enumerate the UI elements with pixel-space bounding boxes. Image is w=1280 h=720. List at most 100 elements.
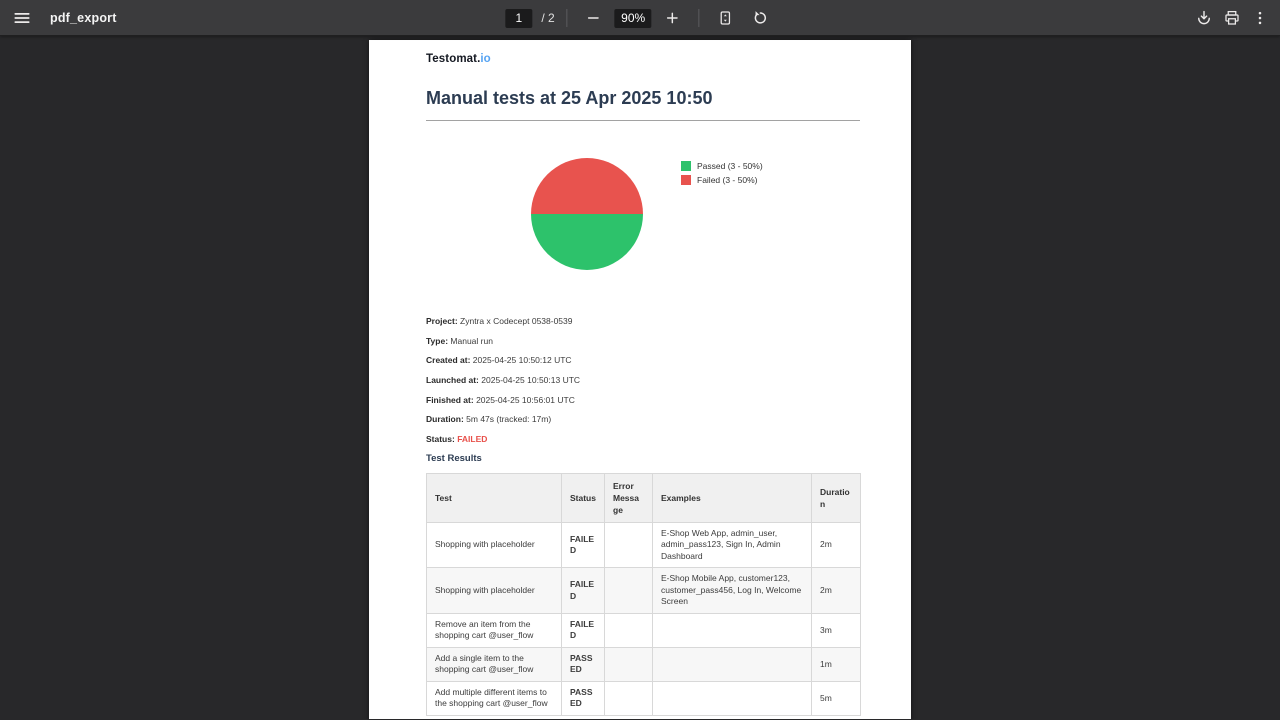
status-badge: FAILED	[457, 434, 487, 444]
hamburger-icon	[13, 9, 31, 27]
detail-value: 5m 47s (tracked: 17m)	[466, 414, 551, 424]
results-chart: Passed (3 - 50%) Failed (3 - 50%)	[426, 158, 860, 270]
pie-chart	[531, 158, 643, 270]
table-row: Add a single item to the shopping cart @…	[427, 647, 861, 681]
test-results-table: Test Status Error Message Examples Durat…	[426, 473, 861, 716]
cell-duration: 1m	[812, 647, 861, 681]
cell-examples	[653, 613, 812, 647]
more-options-button[interactable]	[1246, 4, 1274, 32]
legend-item-passed: Passed (3 - 50%)	[681, 161, 763, 171]
chart-legend: Passed (3 - 50%) Failed (3 - 50%)	[681, 161, 763, 189]
pdf-page-1: Testomat.io Manual tests at 25 Apr 2025 …	[369, 40, 911, 719]
cell-error	[605, 522, 653, 568]
col-header-error-message: Error Message	[605, 473, 653, 522]
cell-error	[605, 681, 653, 715]
report-title: Manual tests at 25 Apr 2025 10:50	[426, 88, 860, 108]
table-row: Add multiple different items to the shop…	[427, 681, 861, 715]
menu-button[interactable]	[8, 4, 36, 32]
cell-duration: 3m	[812, 613, 861, 647]
cell-status: FAILED	[562, 613, 605, 647]
logo-primary-text: Testomat.	[426, 53, 480, 65]
toolbar-right	[1190, 4, 1280, 32]
col-header-status: Status	[562, 473, 605, 522]
toolbar-page-controls: / 2	[505, 0, 774, 36]
cell-status: FAILED	[562, 522, 605, 568]
legend-item-failed: Failed (3 - 50%)	[681, 175, 763, 185]
cell-status: PASSED	[562, 647, 605, 681]
cell-test: Shopping with placeholder	[427, 522, 562, 568]
detail-label: Finished at:	[426, 395, 474, 405]
detail-label: Launched at:	[426, 375, 479, 385]
detail-status: Status: FAILED	[426, 433, 860, 445]
legend-label: Passed (3 - 50%)	[697, 161, 763, 171]
detail-type: Type: Manual run	[426, 335, 860, 347]
pdf-viewer-toolbar: pdf_export / 2	[0, 0, 1280, 36]
detail-value: Zyntra x Codecept 0538-0539	[460, 316, 572, 326]
failed-swatch	[681, 175, 691, 185]
col-header-test: Test	[427, 473, 562, 522]
document-title: pdf_export	[50, 11, 117, 25]
testomat-logo: Testomat.io	[426, 53, 860, 66]
cell-examples: E-Shop Web App, admin_user, admin_pass12…	[653, 522, 812, 568]
cell-error	[605, 647, 653, 681]
col-header-duration: Duration	[812, 473, 861, 522]
cell-duration: 2m	[812, 522, 861, 568]
table-row: Shopping with placeholder FAILED E-Shop …	[427, 568, 861, 614]
cell-error	[605, 568, 653, 614]
kebab-menu-icon	[1251, 9, 1269, 27]
detail-project: Project: Zyntra x Codecept 0538-0539	[426, 315, 860, 327]
test-results-heading: Test Results	[426, 453, 860, 465]
detail-value: 2025-04-25 10:56:01 UTC	[476, 395, 575, 405]
rotate-button[interactable]	[747, 4, 775, 32]
cell-duration: 2m	[812, 568, 861, 614]
legend-label: Failed (3 - 50%)	[697, 175, 757, 185]
cell-test: Shopping with placeholder	[427, 568, 562, 614]
rotate-ccw-icon	[752, 9, 770, 27]
print-icon	[1223, 9, 1241, 27]
table-row: Remove an item from the shopping cart @u…	[427, 613, 861, 647]
table-header-row: Test Status Error Message Examples Durat…	[427, 473, 861, 522]
cell-test: Add a single item to the shopping cart @…	[427, 647, 562, 681]
detail-value: 2025-04-25 10:50:12 UTC	[473, 355, 572, 365]
run-details: Project: Zyntra x Codecept 0538-0539 Typ…	[426, 315, 860, 445]
download-button[interactable]	[1190, 4, 1218, 32]
logo-accent-text: io	[480, 53, 490, 65]
table-row: Shopping with placeholder FAILED E-Shop …	[427, 522, 861, 568]
cell-test: Add multiple different items to the shop…	[427, 681, 562, 715]
zoom-out-button[interactable]	[580, 4, 608, 32]
detail-label: Created at:	[426, 355, 470, 365]
download-icon	[1195, 9, 1213, 27]
plus-icon	[665, 10, 681, 26]
print-button[interactable]	[1218, 4, 1246, 32]
pdf-viewer-canvas[interactable]: Testomat.io Manual tests at 25 Apr 2025 …	[0, 36, 1280, 719]
toolbar-left: pdf_export	[0, 4, 117, 32]
minus-icon	[586, 10, 602, 26]
detail-launched-at: Launched at: 2025-04-25 10:50:13 UTC	[426, 374, 860, 386]
cell-examples	[653, 647, 812, 681]
cell-examples: E-Shop Mobile App, customer123, customer…	[653, 568, 812, 614]
detail-value: Manual run	[450, 336, 493, 346]
zoom-in-button[interactable]	[659, 4, 687, 32]
fit-page-icon	[717, 9, 735, 27]
cell-test: Remove an item from the shopping cart @u…	[427, 613, 562, 647]
detail-label: Project:	[426, 316, 458, 326]
cell-status: PASSED	[562, 681, 605, 715]
detail-finished-at: Finished at: 2025-04-25 10:56:01 UTC	[426, 394, 860, 406]
cell-error	[605, 613, 653, 647]
cell-duration: 5m	[812, 681, 861, 715]
detail-duration: Duration: 5m 47s (tracked: 17m)	[426, 413, 860, 425]
detail-label: Type:	[426, 336, 448, 346]
toolbar-separator	[567, 9, 568, 27]
cell-status: FAILED	[562, 568, 605, 614]
col-header-examples: Examples	[653, 473, 812, 522]
title-divider	[426, 120, 860, 121]
zoom-level-input[interactable]	[615, 9, 652, 28]
detail-label: Status:	[426, 434, 455, 444]
detail-created-at: Created at: 2025-04-25 10:50:12 UTC	[426, 354, 860, 366]
page-total-label: / 2	[541, 11, 554, 25]
fit-to-page-button[interactable]	[712, 4, 740, 32]
detail-value: 2025-04-25 10:50:13 UTC	[481, 375, 580, 385]
passed-swatch	[681, 161, 691, 171]
page-number-input[interactable]	[505, 9, 532, 28]
detail-label: Duration:	[426, 414, 464, 424]
